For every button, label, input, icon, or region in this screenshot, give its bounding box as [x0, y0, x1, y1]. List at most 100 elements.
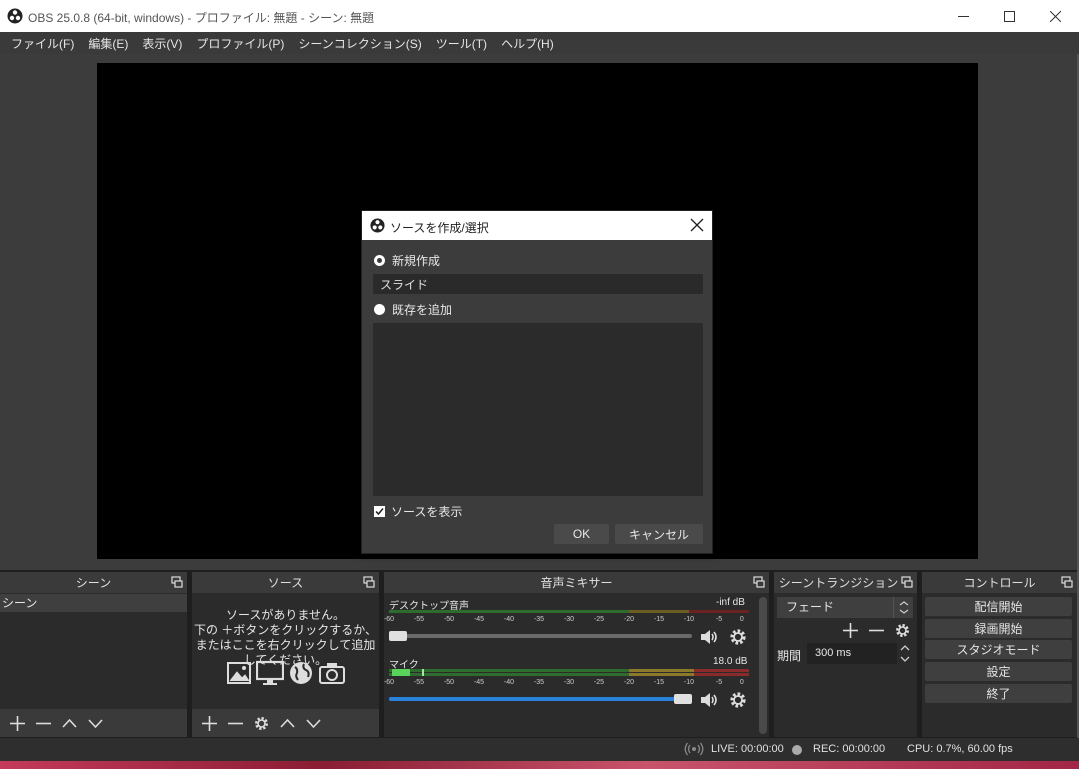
empty-line-2: 下の ＋ボタンをクリックするか、	[193, 623, 378, 637]
tick-label: -55	[413, 616, 425, 623]
studio-mode-button[interactable]: スタジオモード	[925, 640, 1072, 659]
menu-scene-collection[interactable]: シーンコレクション(S)	[291, 35, 428, 52]
create-new-option[interactable]: 新規作成	[374, 252, 440, 269]
show-source-checkbox[interactable]	[374, 506, 385, 517]
mixer-title: 音声ミキサー	[540, 576, 613, 590]
add-scene-button[interactable]	[4, 710, 30, 736]
tick-label: -50	[443, 616, 455, 623]
remove-source-button[interactable]	[222, 710, 248, 736]
live-status: LIVE: 00:00:00	[711, 743, 784, 755]
scenes-header: シーン	[0, 572, 187, 593]
plus-icon	[842, 622, 858, 638]
dialog-titlebar: ソースを作成/選択	[362, 211, 712, 240]
start-streaming-button[interactable]: 配信開始	[925, 597, 1072, 616]
undock-icon[interactable]	[363, 576, 375, 588]
close-button[interactable]	[1032, 0, 1078, 32]
menu-profile[interactable]: プロファイル(P)	[189, 35, 291, 52]
menu-file[interactable]: ファイル(F)	[4, 35, 81, 52]
meter-ticks: -60 -55 -50 -45 -40 -35 -30 -25 -20 -15 …	[384, 616, 749, 626]
start-recording-button[interactable]: 録画開始	[925, 619, 1072, 638]
menu-help[interactable]: ヘルプ(H)	[494, 35, 561, 52]
spin-down-icon[interactable]	[898, 654, 912, 664]
tick-label: -20	[623, 616, 635, 623]
tick-label: -30	[563, 616, 575, 623]
cpu-status: CPU: 0.7%, 60.00 fps	[907, 743, 1013, 755]
remove-scene-button[interactable]	[30, 710, 56, 736]
mute-button[interactable]	[698, 689, 720, 711]
duration-input[interactable]: 300 ms	[807, 643, 897, 664]
channel-level: 18.0 dB	[713, 656, 748, 667]
tick-label: -20	[623, 679, 635, 686]
controls-title: コントロール	[963, 576, 1036, 590]
maximize-icon	[1003, 10, 1015, 22]
menu-view[interactable]: 表示(V)	[135, 35, 189, 52]
tick-label: -60	[383, 616, 395, 623]
cancel-button[interactable]: キャンセル	[615, 524, 703, 544]
speaker-icon	[701, 693, 717, 707]
volume-fill	[389, 697, 683, 701]
audio-mixer-dock: 音声ミキサー デスクトップ音声 -inf dB -60 -55 -50 -45 …	[384, 572, 769, 737]
remove-transition-button[interactable]	[863, 617, 889, 643]
channel-settings-button[interactable]	[727, 626, 749, 648]
volume-handle[interactable]	[674, 694, 692, 704]
sources-empty-message[interactable]: ソースがありません。 下の ＋ボタンをクリックするか、 またはここを右クリックし…	[192, 608, 379, 668]
undock-icon[interactable]	[171, 576, 183, 588]
maximize-button[interactable]	[986, 0, 1032, 32]
scene-down-button[interactable]	[82, 710, 108, 736]
scenes-dock: シーン シーン	[0, 572, 187, 737]
existing-sources-list[interactable]	[373, 323, 703, 496]
tick-label: -50	[443, 679, 455, 686]
mute-button[interactable]	[698, 626, 720, 648]
gear-icon	[730, 629, 746, 645]
ok-button[interactable]: OK	[554, 524, 609, 544]
add-existing-option[interactable]: 既存を追加	[374, 301, 452, 318]
tick-label: -45	[473, 679, 485, 686]
plus-icon	[9, 715, 25, 731]
settings-button[interactable]: 設定	[925, 662, 1072, 681]
spin-up-icon[interactable]	[898, 643, 912, 653]
tick-label: -60	[383, 679, 395, 686]
add-existing-radio[interactable]	[374, 304, 385, 315]
tick-label: -45	[473, 616, 485, 623]
chevron-down-icon	[305, 718, 321, 728]
volume-slider[interactable]	[389, 631, 692, 641]
minimize-icon	[957, 15, 969, 17]
chevron-up-icon	[61, 718, 77, 728]
source-down-button[interactable]	[300, 710, 326, 736]
source-properties-button[interactable]	[248, 710, 274, 736]
exit-button[interactable]: 終了	[925, 684, 1072, 703]
tick-label: -10	[683, 679, 695, 686]
source-name-input[interactable]	[373, 274, 703, 294]
scene-list-item[interactable]: シーン	[0, 594, 187, 612]
tick-label: -55	[413, 679, 425, 686]
transition-properties-button[interactable]	[889, 617, 915, 643]
create-new-radio[interactable]	[374, 255, 385, 266]
undock-icon[interactable]	[1061, 576, 1073, 588]
menu-edit[interactable]: 編集(E)	[81, 35, 135, 52]
add-existing-label: 既存を追加	[392, 303, 453, 317]
tick-label: 0	[739, 679, 744, 686]
add-transition-button[interactable]	[837, 617, 863, 643]
gear-icon	[730, 692, 746, 708]
volume-slider[interactable]	[389, 694, 692, 704]
speaker-icon	[701, 630, 717, 644]
menu-tools[interactable]: ツール(T)	[429, 35, 494, 52]
create-new-label: 新規作成	[392, 254, 441, 268]
close-icon	[1049, 10, 1061, 22]
source-up-button[interactable]	[274, 710, 300, 736]
minus-icon	[227, 722, 243, 724]
add-source-button[interactable]	[196, 710, 222, 736]
undock-icon[interactable]	[753, 576, 765, 588]
show-source-option[interactable]: ソースを表示	[374, 503, 462, 520]
undock-icon[interactable]	[901, 576, 913, 588]
close-icon[interactable]	[690, 218, 704, 232]
minimize-button[interactable]	[940, 0, 986, 32]
chevron-up-icon	[279, 718, 295, 728]
scene-up-button[interactable]	[56, 710, 82, 736]
sources-title: ソース	[267, 576, 304, 590]
sources-toolbar	[192, 709, 379, 737]
volume-handle[interactable]	[389, 631, 407, 641]
mixer-scrollbar[interactable]	[759, 597, 767, 734]
channel-settings-button[interactable]	[727, 689, 749, 711]
transition-select[interactable]: フェード	[777, 597, 913, 618]
